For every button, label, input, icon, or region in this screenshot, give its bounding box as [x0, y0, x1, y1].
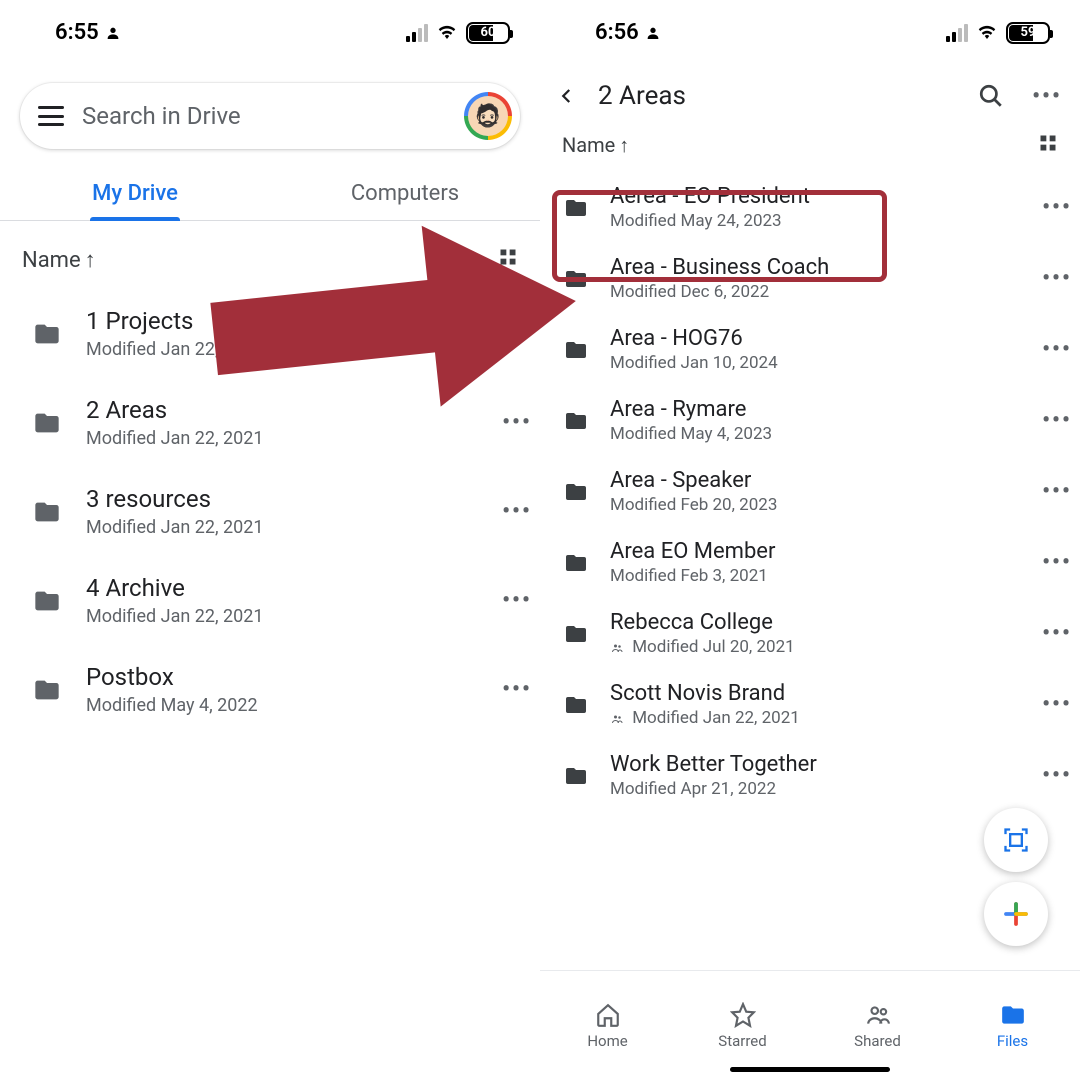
folder-subtitle: Modified May 24, 2023	[610, 211, 1022, 231]
more-icon[interactable]: •••	[502, 321, 532, 346]
sort-row: Name↑	[540, 129, 1080, 166]
folder-item[interactable]: 3 resources Modified Jan 22, 2021 •••	[0, 467, 540, 556]
folder-item[interactable]: Area - SpeakerModified Feb 20, 2023 •••	[540, 456, 1080, 527]
tabs: My Drive Computers	[0, 165, 540, 221]
folder-subtitle: Modified May 4, 2022	[86, 695, 480, 716]
folder-subtitle: Modified Jan 22, 2021	[610, 708, 1022, 728]
folder-list: 1 ProjectsModified Jan 22, 2021•••2 Area…	[0, 283, 540, 740]
right-pane: 6:56 59 2 Areas ••• Name↑ Aerea	[540, 0, 1080, 1080]
folder-item[interactable]: Aerea - EO PresidentModified May 24, 202…	[540, 172, 1080, 243]
nav-bar: 2 Areas •••	[540, 55, 1080, 129]
more-icon[interactable]: •••	[1042, 479, 1072, 504]
folder-title: 3 resources	[86, 485, 480, 513]
folder-title: Area - Rymare	[610, 397, 1022, 422]
folder-subtitle: Modified Dec 6, 2022	[610, 282, 1022, 302]
wifi-icon	[976, 24, 998, 42]
profile-avatar[interactable]: 🧔🏻	[464, 92, 512, 140]
folder-item[interactable]: Work Better TogetherModified Apr 21, 202…	[540, 740, 1080, 811]
folder-title: 1 Projects	[86, 307, 480, 335]
folder-title: 4 Archive	[86, 574, 480, 602]
folder-item[interactable]: 4 Archive Modified Jan 22, 2021 •••	[0, 556, 540, 645]
nav-starred[interactable]: Starred	[675, 971, 810, 1080]
folder-title: Area - Speaker	[610, 468, 1022, 493]
status-bar: 6:55 60	[0, 0, 540, 55]
arrow-up-icon: ↑	[619, 133, 629, 157]
nav-home[interactable]: Home	[540, 971, 675, 1080]
folder-subtitle: Modified Jan 22, 2021	[86, 339, 480, 360]
folder-title: Scott Novis Brand	[610, 681, 1022, 706]
more-icon[interactable]: •••	[502, 499, 532, 524]
hamburger-icon[interactable]	[38, 106, 64, 126]
search-bar[interactable]: Search in Drive 🧔🏻	[20, 83, 520, 149]
search-placeholder: Search in Drive	[82, 102, 446, 130]
more-icon[interactable]: •••	[1042, 195, 1072, 220]
folder-title: Area EO Member	[610, 539, 1022, 564]
cellular-icon	[406, 24, 428, 42]
folder-subtitle: Modified Jan 10, 2024	[610, 353, 1022, 373]
scan-fab[interactable]	[984, 808, 1048, 872]
folder-subtitle: Modified Jul 20, 2021	[610, 637, 1022, 657]
home-indicator	[730, 1067, 890, 1072]
folder-title: Area - Business Coach	[610, 255, 1022, 280]
more-icon[interactable]: •••	[1042, 408, 1072, 433]
sort-button[interactable]: Name↑	[22, 247, 96, 273]
folder-item[interactable]: Area - Business CoachModified Dec 6, 202…	[540, 243, 1080, 314]
folder-item[interactable]: Area - HOG76Modified Jan 10, 2024 •••	[540, 314, 1080, 385]
more-icon[interactable]: •••	[1042, 337, 1072, 362]
folder-item[interactable]: Area - RymareModified May 4, 2023 •••	[540, 385, 1080, 456]
sort-button[interactable]: Name↑	[562, 133, 629, 158]
status-bar: 6:56 59	[540, 0, 1080, 55]
folder-item[interactable]: Rebecca College Modified Jul 20, 2021 •••	[540, 598, 1080, 669]
nav-shared[interactable]: Shared	[810, 971, 945, 1080]
status-time: 6:55	[55, 20, 99, 45]
folder-title: Postbox	[86, 663, 480, 691]
nav-title: 2 Areas	[598, 81, 956, 111]
folder-subtitle: Modified Feb 20, 2023	[610, 495, 1022, 515]
folder-title: Aerea - EO President	[610, 184, 1022, 209]
folder-subtitle: Modified Jan 22, 2021	[86, 428, 480, 449]
view-toggle[interactable]	[498, 247, 518, 273]
more-icon[interactable]: •••	[1042, 763, 1072, 788]
folder-title: Rebecca College	[610, 610, 1022, 635]
more-icon[interactable]: •••	[502, 677, 532, 702]
sort-row: Name↑	[0, 221, 540, 283]
left-pane: 6:55 60 Search in Drive 🧔🏻 My Drive Comp…	[0, 0, 540, 1080]
more-icon[interactable]: •••	[1042, 621, 1072, 646]
folder-item[interactable]: 1 Projects Modified Jan 22, 2021 •••	[0, 289, 540, 378]
more-icon[interactable]: •••	[1032, 84, 1062, 109]
person-icon	[105, 25, 121, 41]
folder-title: 2 Areas	[86, 396, 480, 424]
folder-subtitle: Modified Jan 22, 2021	[86, 517, 480, 538]
more-icon[interactable]: •••	[1042, 550, 1072, 575]
folder-title: Work Better Together	[610, 752, 1022, 777]
folder-item[interactable]: 2 Areas Modified Jan 22, 2021 •••	[0, 378, 540, 467]
battery-icon: 60	[466, 22, 510, 44]
battery-icon: 59	[1006, 22, 1050, 44]
folder-subtitle: Modified Apr 21, 2022	[610, 779, 1022, 799]
more-icon[interactable]: •••	[502, 588, 532, 613]
bottom-nav: Home Starred Shared Files	[540, 970, 1080, 1080]
person-icon	[645, 25, 661, 41]
tab-my-drive[interactable]: My Drive	[0, 165, 270, 220]
folder-item[interactable]: Scott Novis Brand Modified Jan 22, 2021 •…	[540, 669, 1080, 740]
folder-title: Area - HOG76	[610, 326, 1022, 351]
folder-subtitle: Modified Feb 3, 2021	[610, 566, 1022, 586]
folder-item[interactable]: Area EO MemberModified Feb 3, 2021 •••	[540, 527, 1080, 598]
search-icon[interactable]	[978, 83, 1004, 109]
folder-subtitle: Modified May 4, 2023	[610, 424, 1022, 444]
more-icon[interactable]: •••	[1042, 692, 1072, 717]
status-time: 6:56	[595, 20, 639, 45]
cellular-icon	[946, 24, 968, 42]
folder-subtitle: Modified Jan 22, 2021	[86, 606, 480, 627]
arrow-up-icon: ↑	[85, 248, 96, 273]
more-icon[interactable]: •••	[1042, 266, 1072, 291]
tab-computers[interactable]: Computers	[270, 165, 540, 220]
view-toggle[interactable]	[1038, 133, 1058, 158]
back-button[interactable]	[558, 82, 576, 110]
more-icon[interactable]: •••	[502, 410, 532, 435]
folder-item[interactable]: Postbox Modified May 4, 2022 •••	[0, 645, 540, 734]
wifi-icon	[436, 24, 458, 42]
nav-files[interactable]: Files	[945, 971, 1080, 1080]
add-fab[interactable]	[984, 882, 1048, 946]
